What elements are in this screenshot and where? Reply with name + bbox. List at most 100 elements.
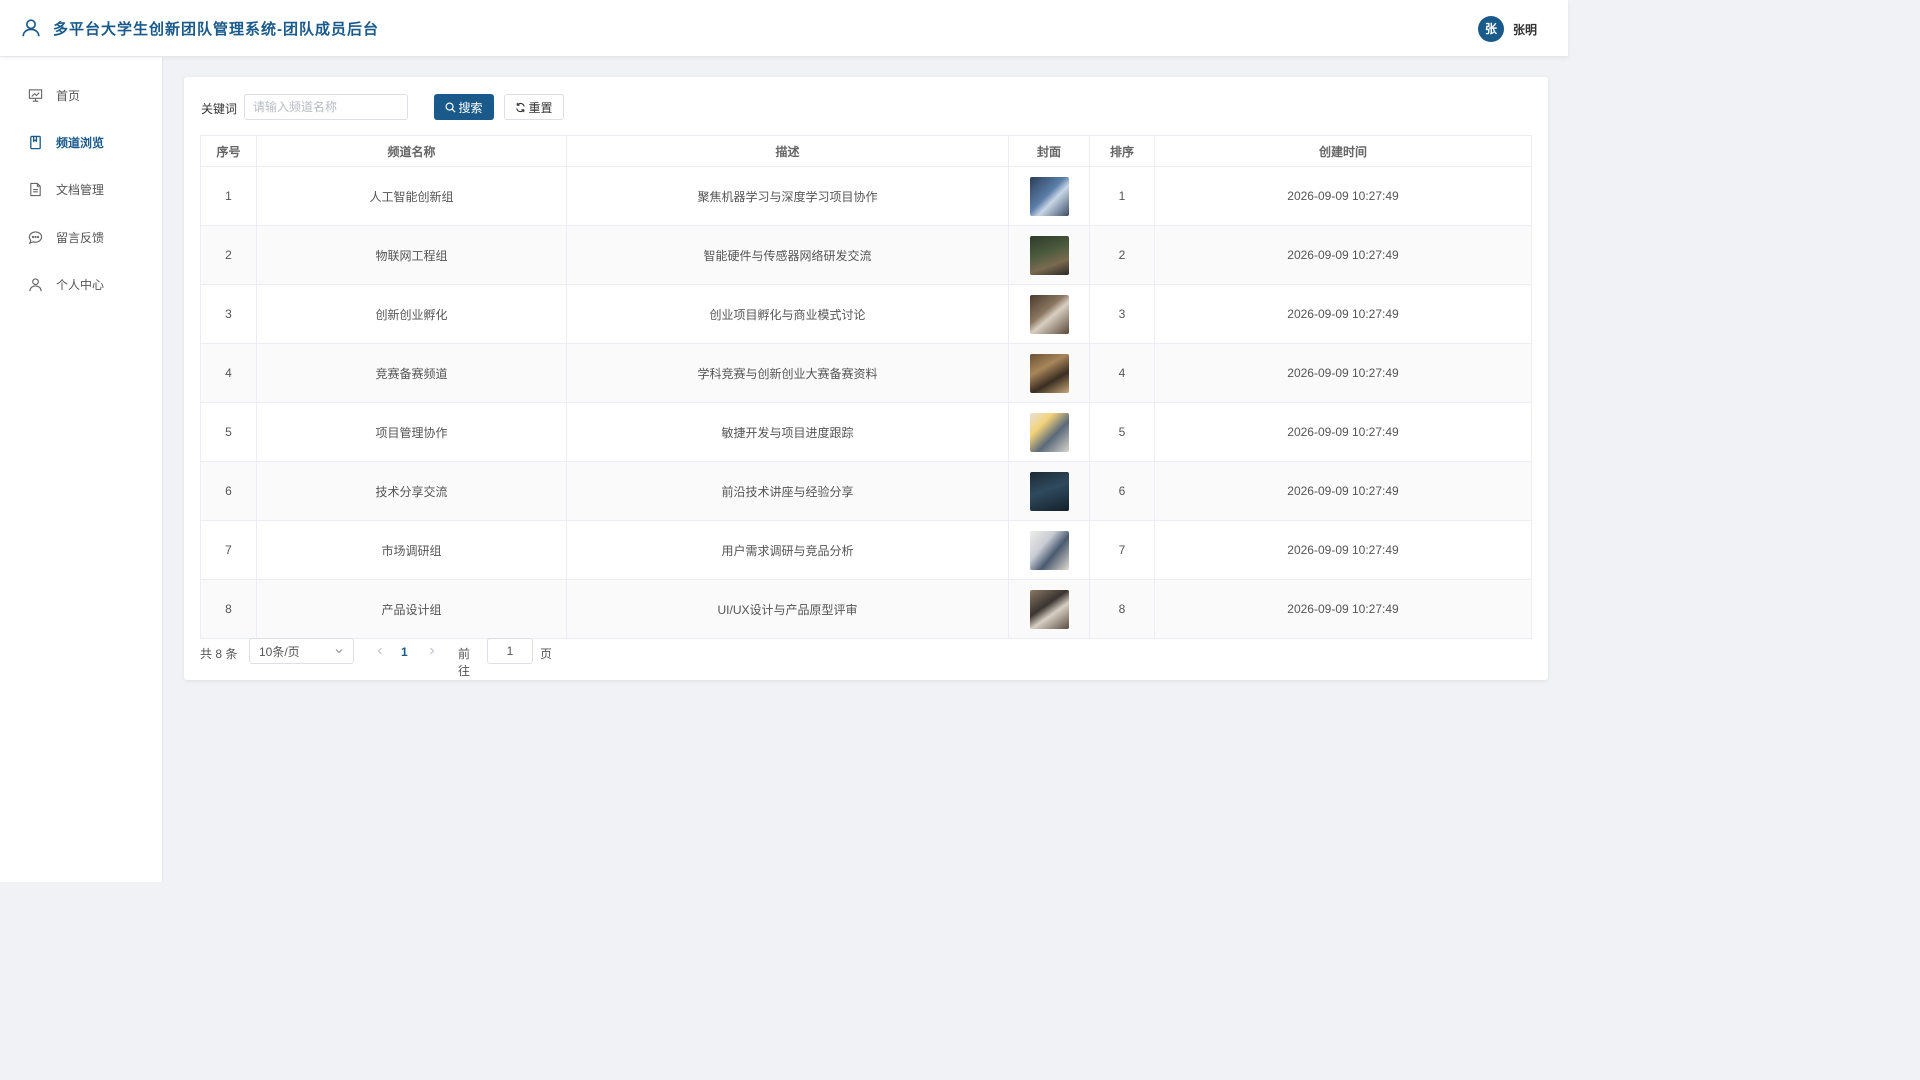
table-row[interactable]: 1 人工智能创新组 聚焦机器学习与深度学习项目协作 1 2026-09-09 1…: [200, 166, 1532, 226]
cell-created: 2026-09-09 10:27:49: [1154, 461, 1532, 521]
table-row[interactable]: 5 项目管理协作 敏捷开发与项目进度跟踪 5 2026-09-09 10:27:…: [200, 402, 1532, 462]
column-header-index: 序号: [200, 135, 257, 167]
avatar[interactable]: 张: [1478, 16, 1504, 42]
cell-sort: 4: [1089, 343, 1155, 403]
page-size-select[interactable]: 10条/页: [249, 638, 354, 664]
cell-index: 1: [200, 166, 257, 226]
document-icon: [30, 182, 41, 196]
reset-button-label: 重置: [528, 100, 553, 115]
sidebar-item-label: 留言反馈: [56, 230, 105, 245]
sidebar-item-label: 个人中心: [56, 277, 105, 292]
chevron-down-icon: [335, 649, 343, 654]
cell-index: 8: [200, 579, 257, 639]
cell-name: 物联网工程组: [256, 225, 567, 285]
cell-desc: 敏捷开发与项目进度跟踪: [566, 402, 1009, 462]
column-header-cover: 封面: [1008, 135, 1090, 167]
column-header-sort: 排序: [1089, 135, 1155, 167]
page-number-current[interactable]: 1: [401, 645, 408, 659]
table-row[interactable]: 7 市场调研组 用户需求调研与竞品分析 7 2026-09-09 10:27:4…: [200, 520, 1532, 580]
sidebar-item-profile[interactable]: 个人中心: [0, 264, 163, 304]
cell-desc: UI/UX设计与产品原型评审: [566, 579, 1009, 639]
cell-desc: 创业项目孵化与商业模式讨论: [566, 284, 1009, 344]
cell-name: 项目管理协作: [256, 402, 567, 462]
sidebar-item-label: 首页: [56, 88, 81, 103]
cell-desc: 智能硬件与传感器网络研发交流: [566, 225, 1009, 285]
cell-sort: 3: [1089, 284, 1155, 344]
book-icon: [30, 135, 41, 149]
cover-image[interactable]: [1029, 589, 1069, 629]
search-button-label: 搜索: [458, 100, 483, 115]
app-title: 多平台大学生创新团队管理系统-团队成员后台: [53, 21, 379, 38]
cover-image[interactable]: [1029, 412, 1069, 452]
column-header-name: 频道名称: [256, 135, 567, 167]
cell-name: 技术分享交流: [256, 461, 567, 521]
refresh-icon: [516, 102, 526, 112]
sidebar-item-documents[interactable]: 文档管理: [0, 169, 163, 209]
cell-desc: 前沿技术讲座与经验分享: [566, 461, 1009, 521]
cell-created: 2026-09-09 10:27:49: [1154, 520, 1532, 580]
cell-sort: 8: [1089, 579, 1155, 639]
cell-desc: 学科竞赛与创新创业大赛备赛资料: [566, 343, 1009, 403]
cell-index: 5: [200, 402, 257, 462]
cell-created: 2026-09-09 10:27:49: [1154, 402, 1532, 462]
cover-image[interactable]: [1029, 471, 1069, 511]
chevron-right-icon[interactable]: [427, 645, 437, 657]
cover-image[interactable]: [1029, 353, 1069, 393]
sidebar-item-label: 文档管理: [56, 182, 105, 197]
presentation-icon: [28, 88, 43, 102]
top-header: 多平台大学生创新团队管理系统-团队成员后台 张 张明: [0, 0, 1568, 57]
search-input[interactable]: [244, 94, 408, 120]
sidebar-item-label: 频道浏览: [56, 135, 105, 150]
table-row[interactable]: 8 产品设计组 UI/UX设计与产品原型评审 8 2026-09-09 10:2…: [200, 579, 1532, 639]
user-outline-icon: [22, 19, 40, 37]
sidebar-item-home[interactable]: 首页: [0, 75, 163, 115]
cell-index: 4: [200, 343, 257, 403]
table-row[interactable]: 4 竞赛备赛频道 学科竞赛与创新创业大赛备赛资料 4 2026-09-09 10…: [200, 343, 1532, 403]
cover-image[interactable]: [1029, 235, 1069, 275]
table-row[interactable]: 6 技术分享交流 前沿技术讲座与经验分享 6 2026-09-09 10:27:…: [200, 461, 1532, 521]
cell-name: 产品设计组: [256, 579, 567, 639]
cell-index: 3: [200, 284, 257, 344]
user-icon: [29, 277, 42, 291]
goto-page-input[interactable]: [487, 638, 533, 664]
sidebar: 首页 频道浏览 文档管理 留言反馈 个人中心: [0, 57, 163, 882]
cell-index: 6: [200, 461, 257, 521]
cell-name: 市场调研组: [256, 520, 567, 580]
column-header-created: 创建时间: [1154, 135, 1532, 167]
page-size-value: 10条/页: [259, 644, 300, 659]
cell-name: 竞赛备赛频道: [256, 343, 567, 403]
reset-button[interactable]: 重置: [504, 94, 564, 120]
table-header-row: 序号 频道名称 描述 封面 排序 创建时间: [200, 135, 1532, 167]
cell-sort: 5: [1089, 402, 1155, 462]
search-button[interactable]: 搜索: [434, 94, 494, 120]
goto-label: 前往: [458, 647, 471, 678]
cell-created: 2026-09-09 10:27:49: [1154, 284, 1532, 344]
cell-sort: 6: [1089, 461, 1155, 521]
cell-sort: 7: [1089, 520, 1155, 580]
cover-image[interactable]: [1029, 176, 1069, 216]
chevron-left-icon[interactable]: [375, 645, 385, 657]
page-unit-label: 页: [540, 647, 553, 661]
username[interactable]: 张明: [1513, 21, 1537, 38]
cell-created: 2026-09-09 10:27:49: [1154, 225, 1532, 285]
cell-sort: 2: [1089, 225, 1155, 285]
cell-desc: 用户需求调研与竞品分析: [566, 520, 1009, 580]
table-row[interactable]: 2 物联网工程组 智能硬件与传感器网络研发交流 2 2026-09-09 10:…: [200, 225, 1532, 285]
sidebar-item-feedback[interactable]: 留言反馈: [0, 217, 163, 257]
channel-table: 序号 频道名称 描述 封面 排序 创建时间 1 人工智能创新组 聚焦机器学习与深…: [200, 135, 1532, 639]
sidebar-item-channels[interactable]: 频道浏览: [0, 122, 163, 162]
search-icon: [445, 102, 456, 113]
column-header-desc: 描述: [566, 135, 1009, 167]
cell-index: 7: [200, 520, 257, 580]
cover-image[interactable]: [1029, 530, 1069, 570]
cover-image[interactable]: [1029, 294, 1069, 334]
table-row[interactable]: 3 创新创业孵化 创业项目孵化与商业模式讨论 3 2026-09-09 10:2…: [200, 284, 1532, 344]
cell-name: 创新创业孵化: [256, 284, 567, 344]
cell-desc: 聚焦机器学习与深度学习项目协作: [566, 166, 1009, 226]
cell-name: 人工智能创新组: [256, 166, 567, 226]
total-count: 共 8 条: [200, 647, 238, 661]
cell-created: 2026-09-09 10:27:49: [1154, 166, 1532, 226]
keyword-label: 关键词: [201, 102, 238, 116]
cell-sort: 1: [1089, 166, 1155, 226]
cell-created: 2026-09-09 10:27:49: [1154, 579, 1532, 639]
